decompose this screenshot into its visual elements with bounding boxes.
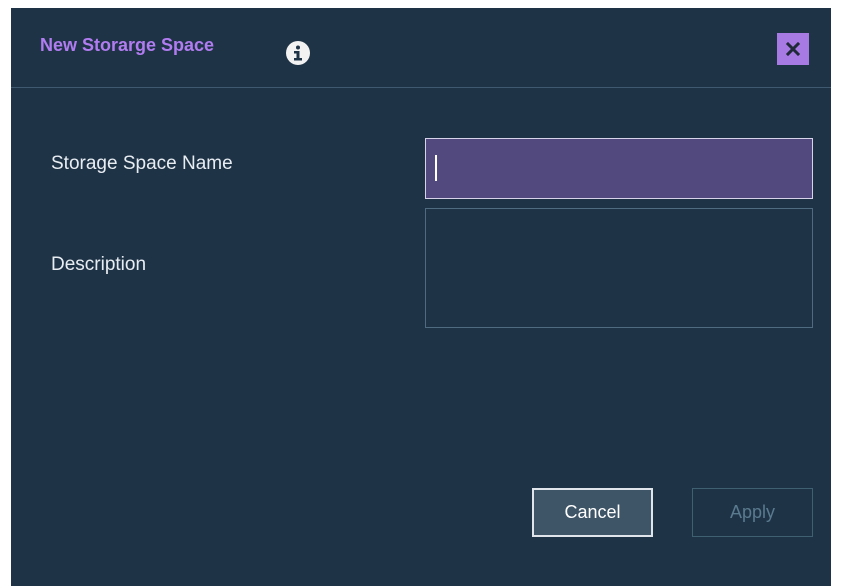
close-icon xyxy=(786,42,800,56)
dialog-title: New Storarge Space xyxy=(40,35,215,55)
dialog-header: New Storarge Space xyxy=(11,8,831,88)
close-button[interactable] xyxy=(777,33,809,65)
description-input[interactable] xyxy=(425,208,813,328)
new-storage-space-dialog: New Storarge Space Storage Space Name De… xyxy=(11,8,831,586)
storage-space-name-label: Storage Space Name xyxy=(51,153,233,174)
description-label: Description xyxy=(51,254,147,275)
info-glyph xyxy=(294,45,302,61)
text-caret xyxy=(435,155,437,181)
storage-space-name-input[interactable] xyxy=(425,138,813,199)
apply-button[interactable]: Apply xyxy=(692,488,813,537)
cancel-button[interactable]: Cancel xyxy=(532,488,653,537)
info-icon[interactable] xyxy=(286,41,310,65)
